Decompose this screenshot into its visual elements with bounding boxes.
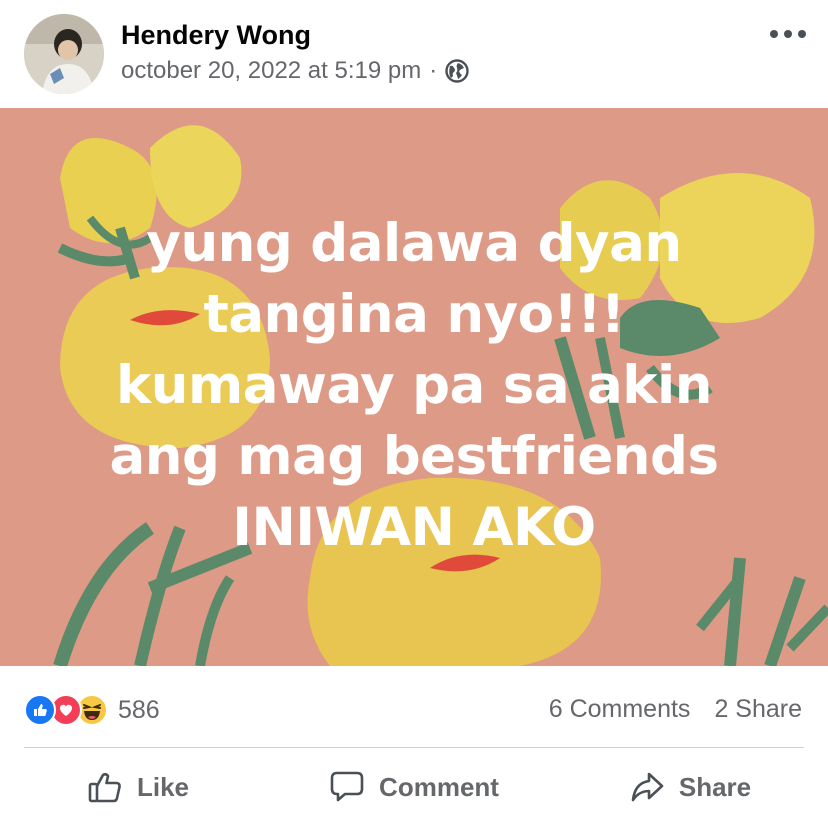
dot [784,30,792,38]
dot [798,30,806,38]
post-meta: october 20, 2022 at 5:19 pm · [121,57,469,85]
comment-bubble-icon [329,769,365,805]
like-reaction-icon [24,694,56,726]
comment-button[interactable]: Comment [276,750,552,824]
comments-count-link[interactable]: 6 Comments [549,695,691,724]
like-button[interactable]: Like [0,750,276,824]
reactions-summary[interactable]: 586 [24,694,160,726]
post-text-line: INIWAN AKO [232,496,596,558]
dot [770,30,778,38]
reaction-count: 586 [118,695,160,724]
post-text-line: kumaway pa sa akin [116,354,712,416]
post-text-overlay: yung dalawa dyan tangina nyo!!! kumaway … [0,108,828,666]
post-text: yung dalawa dyan tangina nyo!!! kumaway … [109,208,719,563]
post-header: Hendery Wong october 20, 2022 at 5:19 pm… [0,0,828,108]
comment-label: Comment [379,771,499,802]
share-button[interactable]: Share [552,750,828,824]
share-arrow-icon [629,769,665,805]
post-text-line: ang mag bestfriends [109,425,719,487]
post-text-line: yung dalawa dyan [146,212,682,274]
globe-icon [445,59,469,83]
post-stats: 586 6 Comments 2 Share [0,676,828,740]
author-name[interactable]: Hendery Wong [121,20,311,51]
more-options-icon[interactable] [770,24,806,44]
shares-count-link[interactable]: 2 Share [714,695,802,724]
avatar[interactable] [24,14,104,94]
meta-separator: · [429,57,438,84]
like-label: Like [136,771,190,802]
post-text-line: tangina nyo!!! [203,283,625,345]
share-label: Share [678,771,752,802]
divider [24,747,804,748]
comment-share-counts: 6 Comments 2 Share [549,695,802,724]
thumbs-up-icon [87,769,123,805]
post-actions: Like Comment Share [0,750,828,824]
post-timestamp[interactable]: october 20, 2022 at 5:19 pm [121,57,421,85]
